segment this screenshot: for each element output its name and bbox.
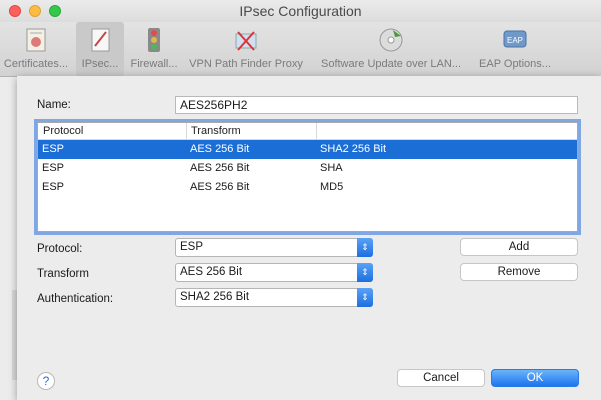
table-cell-authentication: SHA (320, 162, 343, 174)
table-cell-protocol: ESP (42, 181, 65, 193)
cancel-button[interactable]: Cancel (397, 369, 485, 387)
transform-select-value: AES 256 Bit (180, 266, 243, 278)
chevron-updown-icon: ⇕ (357, 263, 373, 282)
proposal-table[interactable]: Protocol Transform ESP AES 256 Bit SHA2 … (37, 122, 578, 232)
help-button[interactable]: ? (37, 372, 55, 390)
toolbar-item-software-update-over-lan[interactable]: Software Update over LAN... (312, 22, 470, 76)
toolbar-item-eap-options[interactable]: EAP EAP Options... (472, 22, 558, 76)
column-header-authentication[interactable] (316, 123, 577, 140)
add-button[interactable]: Add (460, 238, 578, 256)
toolbar-item-label: IPsec... (81, 58, 119, 70)
table-cell-protocol: ESP (42, 162, 65, 174)
protocol-label: Protocol: (37, 243, 83, 255)
chevron-updown-icon: ⇕ (357, 238, 373, 257)
table-row[interactable]: ESP AES 256 Bit SHA2 256 Bit (38, 140, 577, 159)
toolbar-item-ipsec[interactable]: IPsec... (76, 22, 124, 76)
name-label: Name: (37, 99, 71, 111)
protocol-select[interactable]: ESP ⇕ (175, 238, 373, 257)
vpn-path-finder-icon (235, 31, 257, 51)
chevron-updown-icon: ⇕ (357, 288, 373, 307)
toolbar-item-vpn-path-finder-proxy[interactable]: VPN Path Finder Proxy (184, 22, 308, 76)
authentication-label: Authentication: (37, 293, 114, 305)
table-cell-transform: AES 256 Bit (190, 162, 250, 174)
ok-button[interactable]: OK (491, 369, 579, 387)
ipsec-configuration-window: IPsec Configuration Certificates... IPse… (0, 0, 601, 400)
toolbar-item-label: VPN Path Finder Proxy (189, 58, 303, 70)
window-title: IPsec Configuration (239, 3, 362, 19)
eap-options-icon: EAP (503, 30, 527, 48)
name-field[interactable]: AES256PH2 (175, 96, 578, 114)
column-header-protocol[interactable]: Protocol (38, 123, 186, 140)
table-row[interactable]: ESP AES 256 Bit MD5 (38, 178, 577, 197)
authentication-select-value: SHA2 256 Bit (180, 291, 250, 303)
toolbar-item-firewall[interactable]: Firewall... (126, 22, 182, 76)
firewall-traffic-light-icon (148, 28, 160, 52)
toolbar-item-certificates[interactable]: Certificates... (0, 22, 72, 76)
toolbar-item-label: Certificates... (3, 58, 69, 70)
software-update-disc-icon (379, 28, 403, 52)
table-cell-authentication: SHA2 256 Bit (320, 143, 387, 155)
protocol-select-value: ESP (180, 241, 204, 253)
certificate-icon (26, 28, 46, 52)
ipsec-document-icon (91, 28, 110, 52)
toolbar-item-label: Firewall... (130, 58, 178, 70)
remove-button[interactable]: Remove (460, 263, 578, 281)
column-header-transform[interactable]: Transform (186, 123, 316, 140)
toolbar-item-label: EAP Options... (479, 58, 551, 70)
transform-label: Transform (37, 268, 89, 280)
svg-text:EAP: EAP (507, 36, 523, 45)
table-cell-transform: AES 256 Bit (190, 143, 250, 155)
transform-select[interactable]: AES 256 Bit ⇕ (175, 263, 373, 282)
table-cell-protocol: ESP (42, 143, 65, 155)
table-row[interactable]: ESP AES 256 Bit SHA (38, 159, 577, 178)
toolbar-item-label: Software Update over LAN... (320, 58, 461, 70)
title-bar: IPsec Configuration (0, 0, 601, 22)
table-cell-transform: AES 256 Bit (190, 181, 250, 193)
toolbar: Certificates... IPsec... Firewall... VPN… (0, 22, 601, 77)
table-cell-authentication: MD5 (320, 181, 344, 193)
authentication-select[interactable]: SHA2 256 Bit ⇕ (175, 288, 373, 307)
